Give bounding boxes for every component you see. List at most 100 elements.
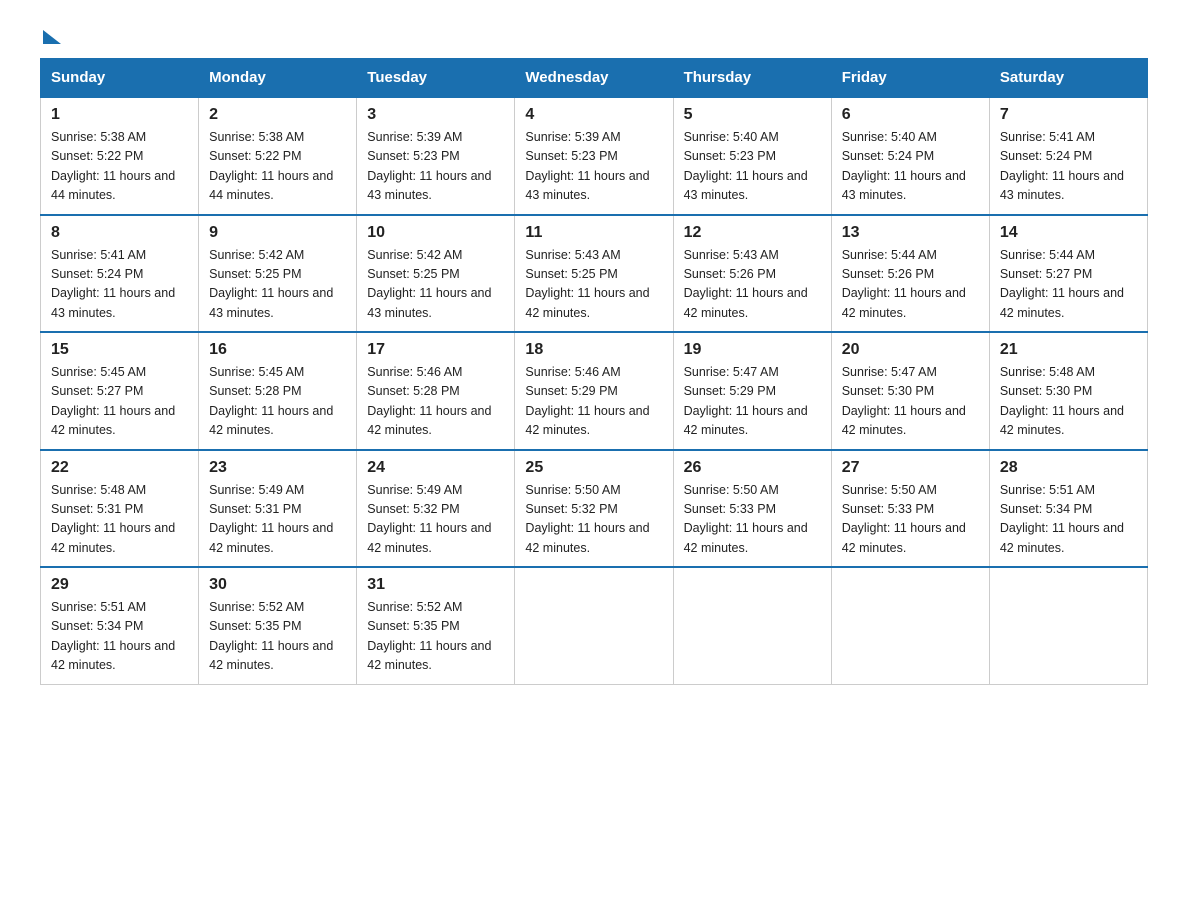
calendar-cell: 9 Sunrise: 5:42 AMSunset: 5:25 PMDayligh… (199, 215, 357, 333)
day-info: Sunrise: 5:44 AMSunset: 5:26 PMDaylight:… (842, 246, 979, 324)
calendar-cell (831, 567, 989, 684)
calendar-cell (515, 567, 673, 684)
day-info: Sunrise: 5:39 AMSunset: 5:23 PMDaylight:… (525, 128, 662, 206)
day-info: Sunrise: 5:52 AMSunset: 5:35 PMDaylight:… (367, 598, 504, 676)
weekday-header-wednesday: Wednesday (515, 59, 673, 98)
day-info: Sunrise: 5:42 AMSunset: 5:25 PMDaylight:… (367, 246, 504, 324)
calendar-cell: 5 Sunrise: 5:40 AMSunset: 5:23 PMDayligh… (673, 97, 831, 215)
day-number: 8 (51, 224, 188, 242)
logo (40, 30, 61, 38)
day-number: 5 (684, 106, 821, 124)
day-info: Sunrise: 5:43 AMSunset: 5:26 PMDaylight:… (684, 246, 821, 324)
weekday-header-saturday: Saturday (989, 59, 1147, 98)
weekday-header-tuesday: Tuesday (357, 59, 515, 98)
calendar-week-row: 15 Sunrise: 5:45 AMSunset: 5:27 PMDaylig… (41, 332, 1148, 450)
calendar-cell: 10 Sunrise: 5:42 AMSunset: 5:25 PMDaylig… (357, 215, 515, 333)
calendar-table: SundayMondayTuesdayWednesdayThursdayFrid… (40, 58, 1148, 685)
calendar-cell: 8 Sunrise: 5:41 AMSunset: 5:24 PMDayligh… (41, 215, 199, 333)
calendar-cell: 23 Sunrise: 5:49 AMSunset: 5:31 PMDaylig… (199, 450, 357, 568)
day-number: 13 (842, 224, 979, 242)
day-number: 21 (1000, 341, 1137, 359)
day-info: Sunrise: 5:38 AMSunset: 5:22 PMDaylight:… (51, 128, 188, 206)
day-number: 12 (684, 224, 821, 242)
calendar-week-row: 8 Sunrise: 5:41 AMSunset: 5:24 PMDayligh… (41, 215, 1148, 333)
calendar-cell: 17 Sunrise: 5:46 AMSunset: 5:28 PMDaylig… (357, 332, 515, 450)
weekday-header-sunday: Sunday (41, 59, 199, 98)
day-number: 24 (367, 459, 504, 477)
calendar-cell: 21 Sunrise: 5:48 AMSunset: 5:30 PMDaylig… (989, 332, 1147, 450)
calendar-cell: 6 Sunrise: 5:40 AMSunset: 5:24 PMDayligh… (831, 97, 989, 215)
day-info: Sunrise: 5:49 AMSunset: 5:31 PMDaylight:… (209, 481, 346, 559)
day-info: Sunrise: 5:50 AMSunset: 5:33 PMDaylight:… (842, 481, 979, 559)
calendar-week-row: 22 Sunrise: 5:48 AMSunset: 5:31 PMDaylig… (41, 450, 1148, 568)
calendar-cell: 14 Sunrise: 5:44 AMSunset: 5:27 PMDaylig… (989, 215, 1147, 333)
day-number: 11 (525, 224, 662, 242)
day-number: 26 (684, 459, 821, 477)
day-number: 1 (51, 106, 188, 124)
day-info: Sunrise: 5:46 AMSunset: 5:29 PMDaylight:… (525, 363, 662, 441)
calendar-cell: 22 Sunrise: 5:48 AMSunset: 5:31 PMDaylig… (41, 450, 199, 568)
day-info: Sunrise: 5:50 AMSunset: 5:32 PMDaylight:… (525, 481, 662, 559)
day-info: Sunrise: 5:48 AMSunset: 5:30 PMDaylight:… (1000, 363, 1137, 441)
day-number: 10 (367, 224, 504, 242)
calendar-cell: 31 Sunrise: 5:52 AMSunset: 5:35 PMDaylig… (357, 567, 515, 684)
day-number: 27 (842, 459, 979, 477)
calendar-cell: 11 Sunrise: 5:43 AMSunset: 5:25 PMDaylig… (515, 215, 673, 333)
day-info: Sunrise: 5:40 AMSunset: 5:23 PMDaylight:… (684, 128, 821, 206)
calendar-cell (989, 567, 1147, 684)
calendar-cell: 19 Sunrise: 5:47 AMSunset: 5:29 PMDaylig… (673, 332, 831, 450)
weekday-header-thursday: Thursday (673, 59, 831, 98)
day-number: 29 (51, 576, 188, 594)
day-number: 28 (1000, 459, 1137, 477)
day-info: Sunrise: 5:45 AMSunset: 5:28 PMDaylight:… (209, 363, 346, 441)
calendar-cell: 2 Sunrise: 5:38 AMSunset: 5:22 PMDayligh… (199, 97, 357, 215)
calendar-cell: 18 Sunrise: 5:46 AMSunset: 5:29 PMDaylig… (515, 332, 673, 450)
day-info: Sunrise: 5:41 AMSunset: 5:24 PMDaylight:… (51, 246, 188, 324)
logo-triangle-icon (43, 30, 61, 44)
day-info: Sunrise: 5:50 AMSunset: 5:33 PMDaylight:… (684, 481, 821, 559)
calendar-cell: 29 Sunrise: 5:51 AMSunset: 5:34 PMDaylig… (41, 567, 199, 684)
day-number: 3 (367, 106, 504, 124)
calendar-cell: 30 Sunrise: 5:52 AMSunset: 5:35 PMDaylig… (199, 567, 357, 684)
calendar-cell: 27 Sunrise: 5:50 AMSunset: 5:33 PMDaylig… (831, 450, 989, 568)
day-number: 9 (209, 224, 346, 242)
day-info: Sunrise: 5:48 AMSunset: 5:31 PMDaylight:… (51, 481, 188, 559)
calendar-cell: 3 Sunrise: 5:39 AMSunset: 5:23 PMDayligh… (357, 97, 515, 215)
day-info: Sunrise: 5:44 AMSunset: 5:27 PMDaylight:… (1000, 246, 1137, 324)
day-info: Sunrise: 5:49 AMSunset: 5:32 PMDaylight:… (367, 481, 504, 559)
day-info: Sunrise: 5:51 AMSunset: 5:34 PMDaylight:… (51, 598, 188, 676)
calendar-week-row: 1 Sunrise: 5:38 AMSunset: 5:22 PMDayligh… (41, 97, 1148, 215)
day-number: 15 (51, 341, 188, 359)
calendar-cell: 25 Sunrise: 5:50 AMSunset: 5:32 PMDaylig… (515, 450, 673, 568)
calendar-cell: 20 Sunrise: 5:47 AMSunset: 5:30 PMDaylig… (831, 332, 989, 450)
page-header (40, 30, 1148, 38)
weekday-header-row: SundayMondayTuesdayWednesdayThursdayFrid… (41, 59, 1148, 98)
day-info: Sunrise: 5:47 AMSunset: 5:30 PMDaylight:… (842, 363, 979, 441)
day-number: 16 (209, 341, 346, 359)
day-number: 17 (367, 341, 504, 359)
day-number: 14 (1000, 224, 1137, 242)
day-info: Sunrise: 5:45 AMSunset: 5:27 PMDaylight:… (51, 363, 188, 441)
day-number: 6 (842, 106, 979, 124)
day-number: 22 (51, 459, 188, 477)
day-number: 7 (1000, 106, 1137, 124)
calendar-cell: 28 Sunrise: 5:51 AMSunset: 5:34 PMDaylig… (989, 450, 1147, 568)
day-info: Sunrise: 5:42 AMSunset: 5:25 PMDaylight:… (209, 246, 346, 324)
day-number: 30 (209, 576, 346, 594)
day-number: 18 (525, 341, 662, 359)
day-info: Sunrise: 5:43 AMSunset: 5:25 PMDaylight:… (525, 246, 662, 324)
calendar-cell: 24 Sunrise: 5:49 AMSunset: 5:32 PMDaylig… (357, 450, 515, 568)
calendar-cell: 7 Sunrise: 5:41 AMSunset: 5:24 PMDayligh… (989, 97, 1147, 215)
day-info: Sunrise: 5:41 AMSunset: 5:24 PMDaylight:… (1000, 128, 1137, 206)
weekday-header-friday: Friday (831, 59, 989, 98)
calendar-cell: 16 Sunrise: 5:45 AMSunset: 5:28 PMDaylig… (199, 332, 357, 450)
day-number: 23 (209, 459, 346, 477)
day-number: 25 (525, 459, 662, 477)
day-number: 20 (842, 341, 979, 359)
calendar-cell: 4 Sunrise: 5:39 AMSunset: 5:23 PMDayligh… (515, 97, 673, 215)
day-info: Sunrise: 5:46 AMSunset: 5:28 PMDaylight:… (367, 363, 504, 441)
day-number: 19 (684, 341, 821, 359)
calendar-week-row: 29 Sunrise: 5:51 AMSunset: 5:34 PMDaylig… (41, 567, 1148, 684)
day-info: Sunrise: 5:39 AMSunset: 5:23 PMDaylight:… (367, 128, 504, 206)
day-info: Sunrise: 5:40 AMSunset: 5:24 PMDaylight:… (842, 128, 979, 206)
